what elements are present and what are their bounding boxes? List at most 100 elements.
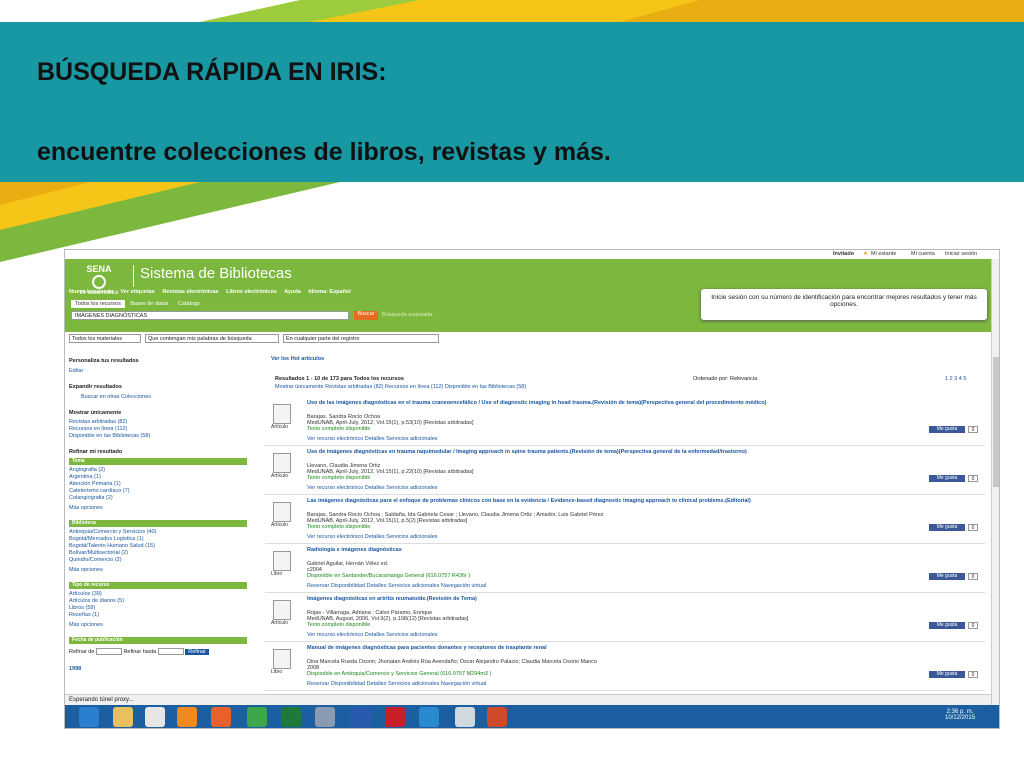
sena-figure-icon	[92, 275, 106, 289]
mi-cuenta-link[interactable]: Mi cuenta	[911, 251, 935, 257]
word-icon[interactable]	[351, 707, 371, 727]
facebook-like-button[interactable]: Me gusta	[929, 524, 965, 531]
resource-type-icon	[273, 404, 291, 424]
mostrar-heading: Mostrar únicamente	[69, 410, 122, 416]
chrome-icon[interactable]	[247, 707, 267, 727]
scrollbar[interactable]	[991, 259, 999, 705]
nav-libros[interactable]: Libros electrónicos	[226, 289, 277, 295]
result-links[interactable]: Ver recurso electrónico Detalles Servici…	[307, 436, 438, 442]
tipo-item[interactable]: Libros (59)	[69, 605, 247, 611]
mostrar-item[interactable]: Recursos en línea (112)	[69, 426, 247, 432]
outlook-icon[interactable]	[177, 707, 197, 727]
marc-icon[interactable]	[315, 707, 335, 727]
mi-estante-link[interactable]: Mi estante	[871, 251, 896, 257]
expandir-heading: Expandir resultados	[69, 384, 122, 390]
filter-record[interactable]: En cualquier parte del registro	[283, 334, 439, 343]
fecha-heading: Fecha de publicación	[69, 637, 247, 644]
resource-type-icon	[273, 502, 291, 522]
result-title[interactable]: Radiología e imágenes diagnósticas	[307, 547, 807, 553]
facebook-like-button[interactable]: Me gusta	[929, 671, 965, 678]
biblioteca-item[interactable]: Antioquia/Comercio y Servicios (40)	[69, 529, 247, 535]
search-tabs: Todos los recursos Bases de datos Catálo…	[71, 300, 204, 308]
mostrar-item[interactable]: Revistas arbitradas (82)	[69, 419, 247, 425]
nav-idioma[interactable]: Idioma: Español	[308, 289, 350, 295]
tipo-item[interactable]: Artículos de diarios (5)	[69, 598, 247, 604]
facebook-like-button[interactable]: Me gusta	[929, 426, 965, 433]
slide-title: BÚSQUEDA RÁPIDA EN IRIS:	[37, 58, 387, 86]
like-count: 0	[968, 475, 978, 482]
app-icon[interactable]	[145, 707, 165, 727]
calculator-icon[interactable]	[455, 707, 475, 727]
biblioteca-item[interactable]: Bogotá/Mercados Logistica (1)	[69, 536, 247, 542]
tab-todos[interactable]: Todos los recursos	[71, 300, 125, 308]
facebook-like-button[interactable]: Me gusta	[929, 573, 965, 580]
fecha-from-input[interactable]	[95, 648, 122, 655]
mas-opciones-link[interactable]: Más opciones	[69, 505, 247, 511]
system-title: Sistema de Bibliotecas	[133, 265, 292, 287]
biblioteca-item[interactable]: Bogotá/Talento Humano Salud (15)	[69, 543, 247, 549]
mostrar-item[interactable]: Disponible en las Bibliotecas (58)	[69, 433, 247, 439]
facebook-like-button[interactable]: Me gusta	[929, 622, 965, 629]
result-links[interactable]: Reservar Disponibilidad Detalles Servici…	[307, 583, 486, 589]
sort-by[interactable]: Ordenado por: Relevancia	[693, 376, 757, 382]
resource-type: Libro	[271, 669, 283, 675]
tipo-heading: Tipo de recurso	[69, 582, 247, 589]
acrobat-icon[interactable]	[385, 707, 405, 727]
scrollbar-thumb[interactable]	[993, 357, 999, 487]
resource-type: Libro	[271, 571, 283, 577]
result-title[interactable]: Imágenes diagnósticas en artritis reumat…	[307, 596, 807, 602]
folder-icon[interactable]	[113, 707, 133, 727]
ie-icon[interactable]	[79, 707, 99, 727]
nav-ver-etiquetas[interactable]: Ver etiquetas	[121, 289, 155, 295]
tab-bases[interactable]: Bases de datos	[126, 300, 172, 308]
firefox-icon[interactable]	[211, 707, 231, 727]
sync-icon[interactable]	[419, 707, 439, 727]
result-title[interactable]: Manual de imágenes diagnósticas para pac…	[307, 645, 807, 651]
tema-item[interactable]: Colangiografia (2)	[69, 495, 247, 501]
nav-revistas[interactable]: Revistas electrónicas	[162, 289, 218, 295]
result-item: Artículo Uso de imágenes diagnósticas en …	[265, 447, 985, 495]
resource-type-icon	[273, 600, 291, 620]
nav-nueva-busqueda[interactable]: Nueva búsqueda	[69, 289, 113, 295]
biblioteca-item[interactable]: Bolívar/Multisectorial (2)	[69, 550, 247, 556]
tema-item[interactable]: Angiografia (2)	[69, 467, 247, 473]
refinar-button[interactable]: Refinar	[185, 648, 209, 655]
tab-catalogo[interactable]: Catálogo	[174, 300, 204, 308]
tema-item[interactable]: Atención Primaria (1)	[69, 481, 247, 487]
resource-type: Artículo	[271, 473, 288, 479]
filter-materials[interactable]: Todos los materiales	[69, 334, 141, 343]
excel-icon[interactable]	[281, 707, 301, 727]
filter-words[interactable]: Que contengan mis palabras de búsqueda	[145, 334, 279, 343]
nav-ayuda[interactable]: Ayuda	[284, 289, 301, 295]
result-links[interactable]: Ver recurso electrónico Detalles Servici…	[307, 632, 438, 638]
result-title[interactable]: Uso de las imágenes diagnósticas en el t…	[307, 400, 807, 406]
tipo-item[interactable]: Artículos (39)	[69, 591, 247, 597]
editar-link[interactable]: Editar	[69, 368, 247, 374]
result-links[interactable]: Ver recurso electrónico Detalles Servici…	[307, 485, 438, 491]
result-item: Libro Radiología e imágenes diagnósticas G…	[265, 545, 985, 593]
iniciar-sesion-link[interactable]: Iniciar sesión	[945, 251, 977, 257]
result-links[interactable]: Reservar Disponibilidad Detalles Servici…	[307, 681, 486, 687]
search-button[interactable]: Buscar	[354, 311, 378, 320]
tema-item[interactable]: Argentina (1)	[69, 474, 247, 480]
result-title[interactable]: Uso de imágenes diagnósticas en trauma r…	[307, 449, 807, 455]
biblioteca-item[interactable]: Quindío/Comercio (2)	[69, 557, 247, 563]
fecha-to-input[interactable]	[157, 648, 184, 655]
pagination[interactable]: 1 2 3 4 5	[945, 376, 966, 382]
result-availability: Disponible en Santander/Bucaramanga Gene…	[307, 573, 471, 579]
buscar-otras-link[interactable]: Buscar en otras Colecciones	[81, 394, 259, 400]
advanced-search-link[interactable]: Búsqueda avanzada	[382, 312, 432, 318]
tipo-item[interactable]: Reseñas (1)	[69, 612, 247, 618]
hot-articles-link[interactable]: Ver los Hot artículos	[271, 356, 324, 362]
resource-type-icon	[273, 453, 291, 473]
mas-opciones-link[interactable]: Más opciones	[69, 567, 247, 573]
mostrar-unicamente-line[interactable]: Mostrar únicamente Revistas arbitradas (…	[275, 384, 526, 390]
result-title[interactable]: Las imágenes diagnósticas para el enfoqu…	[307, 498, 807, 504]
facebook-like-button[interactable]: Me gusta	[929, 475, 965, 482]
result-item: Artículo Las imágenes diagnósticas para e…	[265, 496, 985, 544]
result-links[interactable]: Ver recurso electrónico Detalles Servici…	[307, 534, 438, 540]
mas-opciones-link[interactable]: Más opciones	[69, 622, 247, 628]
search-input[interactable]: IMÁGENES DIAGNÓSTICAS	[71, 311, 349, 320]
tema-item[interactable]: Cateterismo cardíaco (7)	[69, 488, 247, 494]
powerpoint-icon[interactable]	[487, 707, 507, 727]
